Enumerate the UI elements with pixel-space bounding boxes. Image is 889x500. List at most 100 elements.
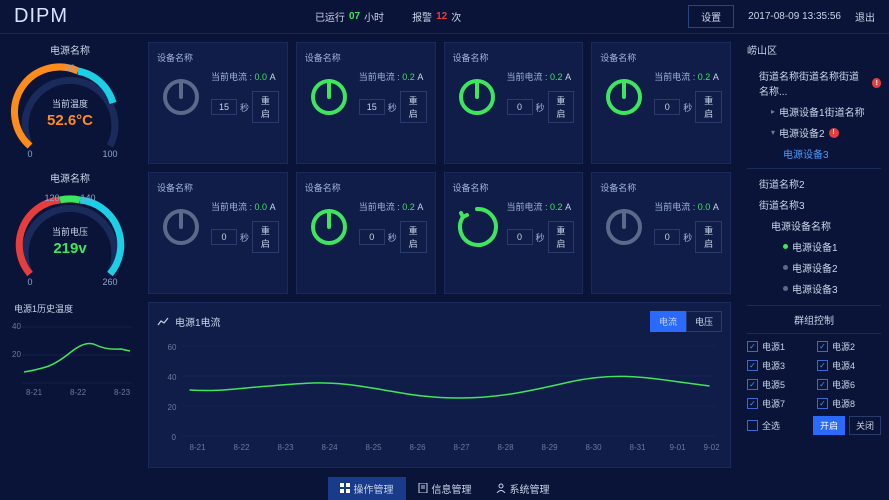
tree-sub-3[interactable]: 电源设备3 [747,278,881,299]
group-item[interactable]: ✓电源6 [817,378,881,391]
restart-button[interactable]: 重启 [695,91,722,123]
select-all-checkbox[interactable] [747,420,758,431]
device-name: 设备名称 [305,181,427,194]
seconds-unit: 秒 [240,101,249,114]
svg-text:8-24: 8-24 [322,443,339,452]
volt-value: 219v [53,240,87,257]
toggle-current-button[interactable]: 电流 [650,311,686,332]
group-off-button[interactable]: 关闭 [849,416,881,435]
restart-button[interactable]: 重启 [400,91,427,123]
seconds-input[interactable] [507,229,533,245]
current-chart-card: 电源1电流 电流 电压 60 40 20 0 8-218-228-23 [148,302,731,468]
restart-button[interactable]: 重启 [548,91,575,123]
seconds-input[interactable] [211,99,237,115]
power-icon[interactable] [600,73,648,121]
alarm-count: 12 [436,11,447,22]
seconds-input[interactable] [359,229,385,245]
current-value: 0.2 [402,72,415,82]
power-icon[interactable] [157,203,205,251]
group-item[interactable]: ✓电源4 [817,359,881,372]
tree-sub-1[interactable]: 电源设备1 [747,236,881,257]
svg-text:0: 0 [27,277,32,287]
group-on-button[interactable]: 开启 [813,416,845,435]
svg-text:8-27: 8-27 [454,443,471,452]
seconds-input[interactable] [211,229,237,245]
run-hours: 07 [349,11,360,22]
group-item[interactable]: ✓电源5 [747,378,811,391]
current-unit: A [417,202,423,212]
footer-tab-info[interactable]: 信息管理 [406,477,484,500]
seconds-input[interactable] [654,229,680,245]
svg-text:100: 100 [102,149,117,159]
checkbox[interactable]: ✓ [747,341,758,352]
left-sidebar: 电源名称 当前温度 52.6°C 0 50 100 电源名称 当前电压 219v [0,34,140,476]
tree-street-1[interactable]: 街道名称街道名称街道名称... ! [747,65,881,101]
current-value: 0.0 [255,72,268,82]
svg-text:8-31: 8-31 [630,443,647,452]
run-label-pre: 已运行 [315,9,345,24]
svg-text:8-22: 8-22 [234,443,251,452]
group-item[interactable]: ✓ 电源1 [747,340,811,353]
seconds-input[interactable] [359,99,385,115]
tree-sub-2[interactable]: 电源设备2 [747,257,881,278]
group-item[interactable]: ✓电源2 [817,340,881,353]
grid-icon [340,483,350,493]
power-icon[interactable] [453,73,501,121]
tree-device-2[interactable]: ▾ 电源设备2 ! [747,122,881,143]
current-value: 0.2 [550,202,563,212]
restart-button[interactable]: 重启 [252,221,279,253]
chart-line-icon [157,316,169,328]
power-icon[interactable] [305,73,353,121]
svg-text:50: 50 [65,63,75,73]
history-temp-chart: 电源1历史温度 40 20 8-21 8-22 8-23 [6,298,134,400]
restart-button[interactable]: 重启 [548,221,575,253]
chart-toggle: 电流 电压 [650,311,722,332]
mini-chart-title: 电源1历史温度 [14,302,134,315]
device-name: 设备名称 [157,181,279,194]
svg-text:8-21: 8-21 [26,388,43,397]
footer-nav: 操作管理 信息管理 系统管理 [0,476,889,500]
checkbox[interactable]: ✓ [817,379,828,390]
power-icon[interactable] [157,73,205,121]
device-name: 设备名称 [600,51,722,64]
settings-button[interactable]: 设置 [688,5,734,28]
svg-text:20: 20 [12,350,21,359]
restart-button[interactable]: 重启 [252,91,279,123]
device-name: 设备名称 [453,181,575,194]
checkbox[interactable]: ✓ [817,398,828,409]
checkbox[interactable]: ✓ [747,398,758,409]
device-name: 设备名称 [600,181,722,194]
power-icon[interactable] [305,203,353,251]
footer-tab-system[interactable]: 系统管理 [484,477,562,500]
device-card: 设备名称当前电流 : 0.0 A秒重启 [148,172,288,294]
svg-text:40: 40 [12,322,21,331]
right-sidebar: 崂山区 街道名称街道名称街道名称... ! ▸ 电源设备1街道名称 ▾ 电源设备… [739,34,889,476]
temp-gauge-title: 电源名称 [6,42,134,57]
checkbox[interactable]: ✓ [747,360,758,371]
status-dot-icon [783,286,788,291]
volt-label: 当前电压 [52,226,88,237]
center-content: 设备名称当前电流 : 0.0 A秒重启设备名称当前电流 : 0.2 A秒重启设备… [140,34,739,476]
tree-street-3[interactable]: 街道名称3 [747,194,881,215]
toggle-voltage-button[interactable]: 电压 [686,311,722,332]
restart-button[interactable]: 重启 [400,221,427,253]
checkbox[interactable]: ✓ [817,341,828,352]
tree-device-1[interactable]: ▸ 电源设备1街道名称 [747,101,881,122]
tree-device-3[interactable]: 电源设备3 [747,143,881,164]
group-item[interactable]: ✓电源8 [817,397,881,410]
tree-dev-name[interactable]: 电源设备名称 [747,215,881,236]
tree-street-2[interactable]: 街道名称2 [747,173,881,194]
restart-button[interactable]: 重启 [695,221,722,253]
seconds-input[interactable] [507,99,533,115]
seconds-input[interactable] [654,99,680,115]
status-dot-icon [783,244,788,249]
group-item[interactable]: ✓电源7 [747,397,811,410]
svg-text:8-26: 8-26 [410,443,427,452]
logout-link[interactable]: 退出 [855,9,875,24]
checkbox[interactable]: ✓ [817,360,828,371]
group-item-label: 电源1 [762,340,785,353]
power-icon[interactable] [600,203,648,251]
group-item[interactable]: ✓电源3 [747,359,811,372]
checkbox[interactable]: ✓ [747,379,758,390]
footer-tab-operation[interactable]: 操作管理 [328,477,406,500]
